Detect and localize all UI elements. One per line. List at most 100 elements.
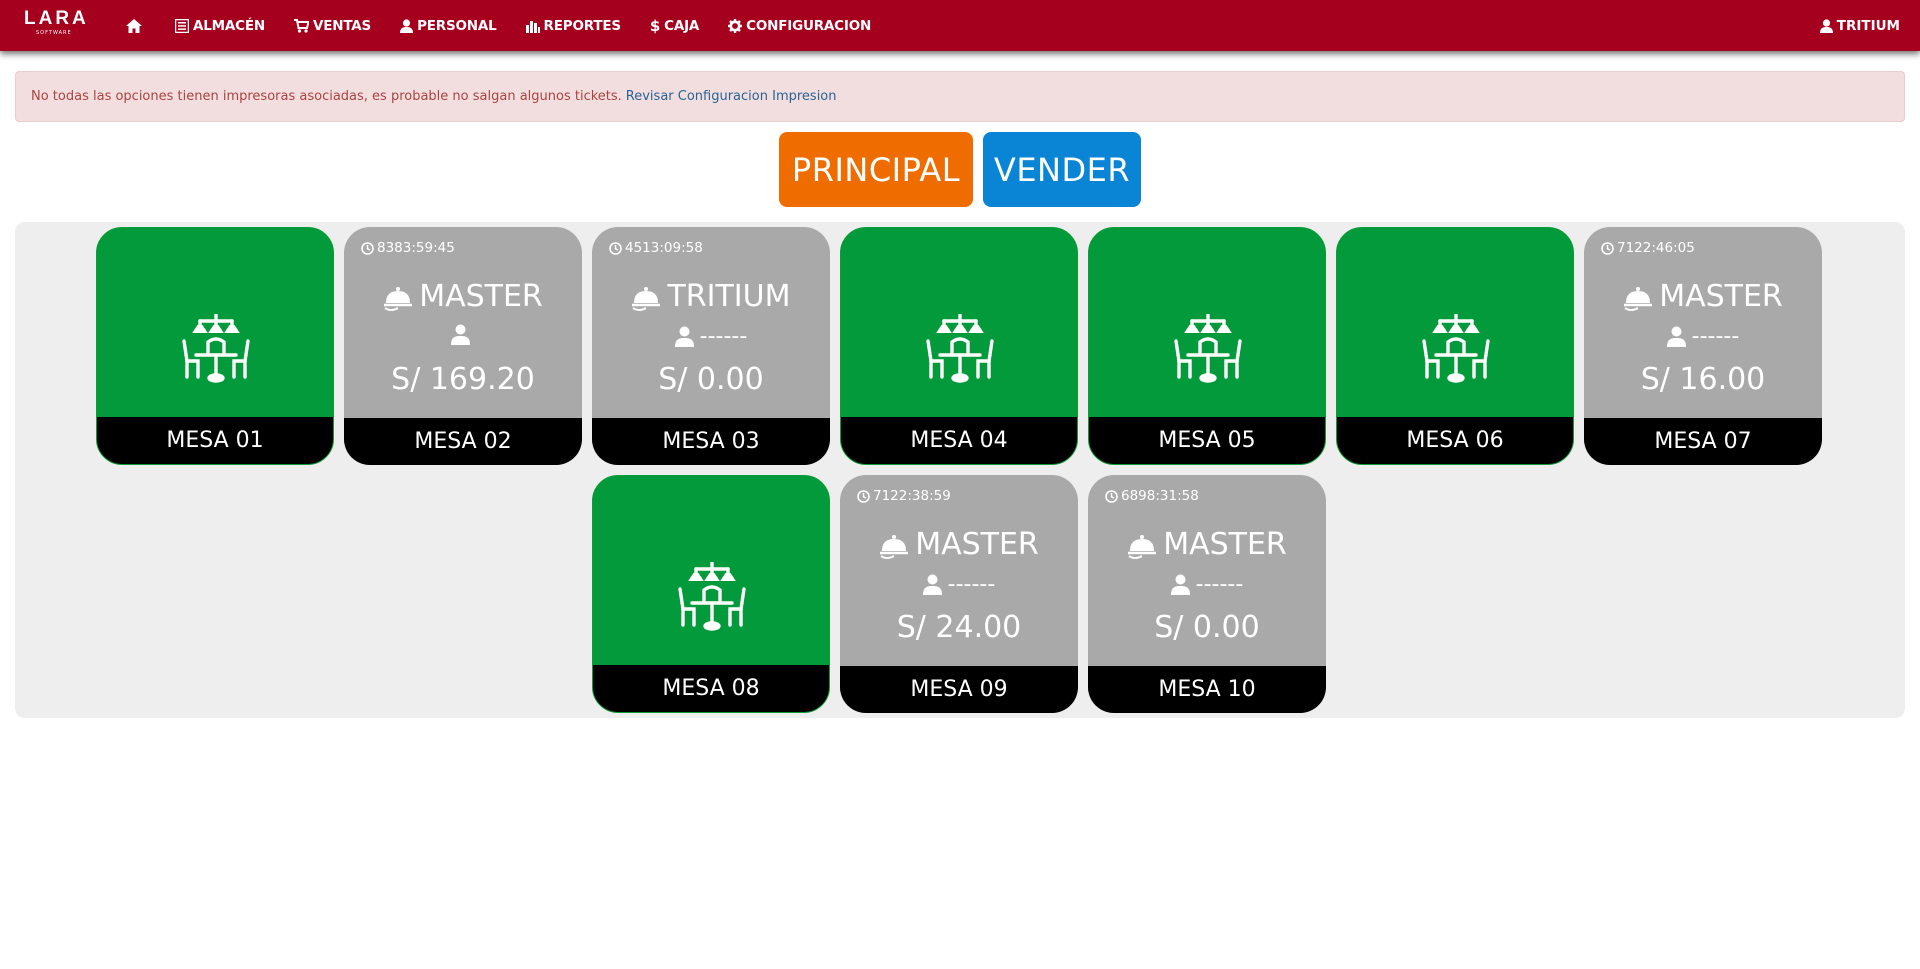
table-name: MESA 06: [1337, 417, 1573, 464]
brand-name: LARA: [24, 8, 89, 29]
table-timer: 7122:46:05: [1601, 240, 1695, 256]
clock-icon: [857, 489, 870, 503]
timer-value: 6898:31:58: [1121, 488, 1199, 504]
nav-item-personal[interactable]: PERSONAL: [400, 17, 497, 34]
nav-item-reportes[interactable]: REPORTES: [525, 17, 622, 34]
table-client: ------: [840, 572, 1078, 597]
table-timer: 4513:09:58: [609, 240, 703, 256]
table-timer: 6898:31:58: [1105, 488, 1199, 504]
principal-button[interactable]: PRINCIPAL: [779, 132, 973, 207]
dining-table-icon: [1422, 313, 1490, 383]
client-icon: [922, 574, 942, 595]
nav-item-almacen[interactable]: ALMACÉN: [175, 18, 265, 34]
table-total: S/ 0.00: [1154, 610, 1260, 645]
nav-item-home[interactable]: [126, 18, 146, 33]
table-client: ------: [1088, 572, 1326, 597]
table-client: ------: [1584, 324, 1822, 349]
nav-item-caja[interactable]: $ CAJA: [650, 17, 699, 35]
table-client: ------: [592, 324, 830, 349]
nav-item-ventas-label: VENTAS: [312, 17, 372, 34]
waiter-name: MASTER: [1163, 527, 1287, 562]
home-icon: [126, 18, 142, 33]
user-icon: [1819, 18, 1833, 33]
table-name: MESA 09: [840, 666, 1078, 713]
waiter-name: TRITIUM: [667, 279, 791, 314]
table-icon-wrap: [181, 313, 251, 388]
table-icon-wrap: [677, 561, 747, 636]
cart-icon: [293, 18, 309, 33]
user-icon: [400, 18, 414, 33]
table-waiter: MASTER: [840, 527, 1078, 562]
gear-icon: [728, 18, 743, 33]
dining-table-icon: [182, 313, 250, 383]
table-total: S/ 169.20: [391, 362, 535, 397]
brand-logo[interactable]: LARA SOFTWARE: [24, 9, 88, 41]
client-name: ------: [699, 324, 748, 349]
client-name: ------: [1195, 572, 1244, 597]
clock-icon: [361, 241, 374, 255]
timer-value: 4513:09:58: [625, 240, 703, 256]
nav-item-configuracion[interactable]: CONFIGURACION: [728, 18, 871, 34]
table-total: S/ 24.00: [896, 610, 1022, 645]
nav-item-almacen-label: ALMACÉN: [193, 17, 265, 34]
vender-button[interactable]: VENDER: [983, 132, 1141, 207]
brand-subtitle: SOFTWARE: [36, 30, 72, 36]
waiter-name: MASTER: [915, 527, 1039, 562]
client-icon: [450, 324, 470, 345]
dining-table-icon: [1174, 313, 1242, 383]
waiter-cloche-icon: [1624, 286, 1653, 311]
table-card[interactable]: 6898:31:58 MASTER ------ S/ 0.00 MESA 10: [1088, 475, 1326, 713]
tables-grid: MESA 01 8383:59:45 MASTER S/ 169.20 MESA 02 4…: [15, 222, 1905, 718]
top-navbar: LARA SOFTWARE ALMACÉN VENTAS PERSONAL RE…: [0, 0, 1920, 51]
alert-message: No todas las opciones tienen impresoras …: [31, 89, 622, 104]
table-icon-wrap: [1173, 313, 1243, 388]
table-name: MESA 08: [593, 665, 829, 712]
table-name: MESA 03: [592, 418, 830, 465]
list-icon: [175, 18, 189, 33]
nav-item-ventas[interactable]: VENTAS: [293, 17, 372, 34]
nav-item-configuracion-label: CONFIGURACION: [746, 17, 872, 34]
table-name: MESA 01: [97, 417, 333, 464]
client-name: ------: [947, 572, 996, 597]
table-card[interactable]: MESA 04: [840, 227, 1078, 465]
waiter-cloche-icon: [1128, 534, 1157, 559]
table-name: MESA 02: [344, 418, 582, 465]
print-config-link[interactable]: Revisar Configuracion Impresion: [626, 89, 837, 104]
timer-value: 7122:38:59: [873, 488, 951, 504]
client-icon: [674, 326, 694, 347]
nav-item-caja-label: CAJA: [664, 17, 700, 34]
bar-chart-icon: [525, 20, 540, 33]
table-card[interactable]: MESA 06: [1336, 227, 1574, 465]
table-client: [344, 324, 582, 345]
user-menu[interactable]: TRITIUM: [1819, 0, 1900, 51]
table-timer: 7122:38:59: [857, 488, 951, 504]
table-card[interactable]: MESA 01: [96, 227, 334, 465]
nav-item-personal-label: PERSONAL: [417, 17, 497, 34]
dining-table-icon: [678, 561, 746, 631]
nav-menu: ALMACÉN VENTAS PERSONAL REPORTES $ CAJA …: [126, 0, 900, 51]
client-name: ------: [1691, 324, 1740, 349]
table-waiter: TRITIUM: [592, 279, 830, 314]
waiter-name: MASTER: [419, 279, 543, 314]
nav-item-reportes-label: REPORTES: [543, 17, 622, 34]
client-icon: [1666, 326, 1686, 347]
dining-table-icon: [926, 313, 994, 383]
table-name: MESA 05: [1089, 417, 1325, 464]
table-card[interactable]: 8383:59:45 MASTER S/ 169.20 MESA 02: [344, 227, 582, 465]
table-card[interactable]: 4513:09:58 TRITIUM ------ S/ 0.00 MESA 03: [592, 227, 830, 465]
waiter-name: MASTER: [1659, 279, 1783, 314]
waiter-cloche-icon: [880, 534, 909, 559]
table-card[interactable]: MESA 05: [1088, 227, 1326, 465]
table-waiter: MASTER: [344, 279, 582, 314]
dollar-icon: $: [649, 16, 661, 35]
table-card[interactable]: 7122:38:59 MASTER ------ S/ 24.00 MESA 09: [840, 475, 1078, 713]
table-total: S/ 16.00: [1640, 362, 1766, 397]
clock-icon: [609, 241, 622, 255]
clock-icon: [1601, 241, 1614, 255]
client-icon: [1170, 574, 1190, 595]
table-card[interactable]: MESA 08: [592, 475, 830, 713]
table-card[interactable]: 7122:46:05 MASTER ------ S/ 16.00 MESA 07: [1584, 227, 1822, 465]
table-name: MESA 10: [1088, 666, 1326, 713]
user-name: TRITIUM: [1836, 17, 1900, 34]
timer-value: 8383:59:45: [377, 240, 455, 256]
